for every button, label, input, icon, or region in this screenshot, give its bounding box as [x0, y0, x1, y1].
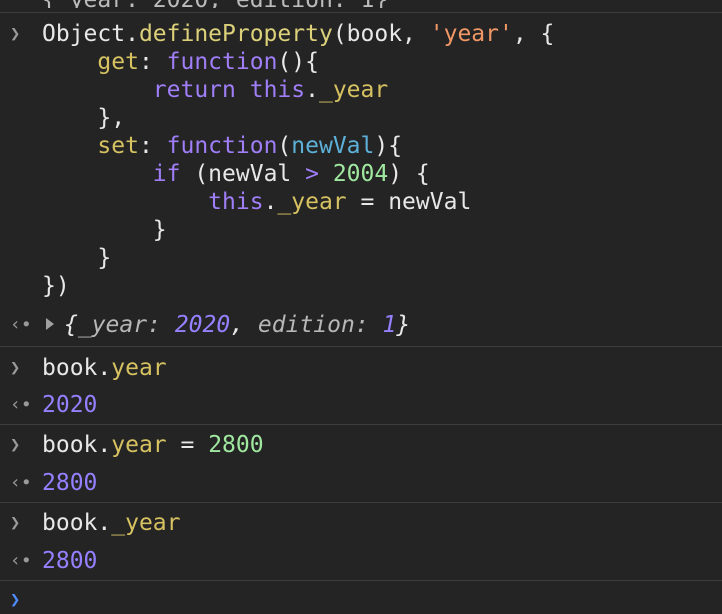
- object-value-year: 2020: [174, 312, 231, 338]
- code-token-plain: =: [166, 432, 209, 458]
- separator: [0, 424, 722, 425]
- comma: ,: [230, 312, 258, 338]
- code-token-kw: return: [152, 77, 236, 103]
- output-return-arrow-icon: ‹∙: [10, 472, 32, 493]
- separator: [0, 346, 722, 347]
- input-prompt-chevron-icon: ❯: [10, 435, 21, 455]
- input-prompt-chevron-icon: ❯: [10, 24, 21, 44]
- code-token-num: 2004: [332, 161, 389, 187]
- console-output-value: 2800: [42, 470, 98, 496]
- output-return-arrow-icon: ‹∙: [10, 314, 32, 335]
- object-value-edition: 1: [382, 312, 397, 338]
- brace-open: {: [64, 312, 78, 338]
- code-token-plain: Object.: [42, 21, 139, 47]
- console-input-book-year-assign[interactable]: book.year = 2800: [42, 431, 264, 459]
- code-line: book.year = 2800: [42, 431, 264, 459]
- code-token-plain: }: [42, 245, 112, 271]
- separator: [0, 502, 722, 503]
- code-line: return this._year: [42, 76, 554, 104]
- code-token-plain: },: [42, 105, 126, 131]
- separator: [0, 580, 722, 581]
- code-token-prop: _year: [111, 510, 181, 536]
- code-token-plain: .: [305, 77, 319, 103]
- code-token-kw: function: [166, 49, 278, 75]
- code-token-plain: :: [138, 133, 167, 159]
- code-line: Object.defineProperty(book, 'year', {: [42, 20, 554, 48]
- code-line: get: function(){: [42, 48, 554, 76]
- active-input-prompt-chevron-icon: ❯: [10, 590, 21, 610]
- console-input-defineProperty[interactable]: Object.defineProperty(book, 'year', { ge…: [42, 20, 554, 300]
- code-token-plain: book.: [42, 355, 112, 381]
- code-token-kw: this: [208, 189, 264, 215]
- code-token-param: newVal: [291, 133, 375, 159]
- code-token-kw: this: [249, 77, 306, 103]
- code-token-kw: if: [152, 161, 181, 187]
- code-token-prop: _year: [318, 77, 389, 103]
- code-token-plain: , {: [512, 21, 555, 47]
- code-token-plain: }: [42, 217, 167, 243]
- output-return-arrow-icon: ‹∙: [10, 394, 32, 415]
- code-token-plain: ) {: [388, 161, 430, 187]
- object-key-edition: edition: [257, 312, 355, 338]
- code-token-kw: >: [305, 161, 319, 187]
- code-token-plain: (book,: [332, 21, 430, 47]
- code-token-str: 'year': [429, 21, 513, 47]
- code-token-plain: }): [42, 273, 70, 299]
- code-line: set: function(newVal){: [42, 132, 554, 160]
- code-token-kw: function: [166, 133, 278, 159]
- colon: :: [354, 312, 383, 338]
- code-token-prop: year: [111, 432, 167, 458]
- code-line: }): [42, 272, 554, 300]
- input-prompt-chevron-icon: ❯: [10, 358, 21, 378]
- output-return-arrow-icon: ‹∙: [10, 550, 32, 571]
- code-token-prop: set: [97, 133, 139, 159]
- code-line: if (newVal > 2004) {: [42, 160, 554, 188]
- console-input-book-year[interactable]: book.year: [42, 354, 167, 382]
- code-token-fn: defineProperty: [138, 21, 333, 47]
- code-token-plain: ){: [374, 133, 403, 159]
- code-token-plain: book.: [42, 432, 112, 458]
- code-line: book.year: [42, 354, 167, 382]
- input-prompt-chevron-icon: ❯: [10, 513, 21, 533]
- previous-output-clipped: {_year: 2020, edition: 1}: [42, 0, 388, 8]
- code-line: },: [42, 104, 554, 132]
- code-token-plain: (: [277, 133, 292, 159]
- code-line: this._year = newVal: [42, 188, 554, 216]
- code-token-plain: (){: [277, 49, 319, 75]
- object-key-year: _year: [77, 312, 148, 338]
- code-token-plain: book.: [42, 510, 112, 536]
- console-output-value: 2020: [42, 392, 98, 418]
- code-token-prop: _year: [277, 189, 347, 215]
- code-token-plain: .: [263, 189, 278, 215]
- console-input-book-_year[interactable]: book._year: [42, 509, 181, 537]
- colon: :: [147, 312, 175, 338]
- expand-triangle-icon[interactable]: [46, 317, 54, 330]
- code-token-num: 2800: [208, 432, 264, 458]
- code-token-prop: year: [111, 355, 167, 381]
- output-object-preview[interactable]: {_year: 2020, edition: 1}: [46, 311, 410, 339]
- code-token-prop: get: [97, 49, 139, 75]
- devtools-console: {_year: 2020, edition: 1} ❯ Object.defin…: [0, 0, 722, 610]
- code-line: }: [42, 244, 554, 272]
- console-input-field[interactable]: [42, 586, 702, 614]
- code-token-plain: :: [138, 49, 167, 75]
- brace-close: }: [396, 312, 411, 338]
- code-token-plain: (newVal: [180, 161, 306, 187]
- code-token-plain: = newVal: [346, 189, 472, 215]
- code-line: }: [42, 216, 554, 244]
- code-line: book._year: [42, 509, 181, 537]
- separator: [0, 12, 722, 13]
- console-output-value: 2800: [42, 548, 98, 574]
